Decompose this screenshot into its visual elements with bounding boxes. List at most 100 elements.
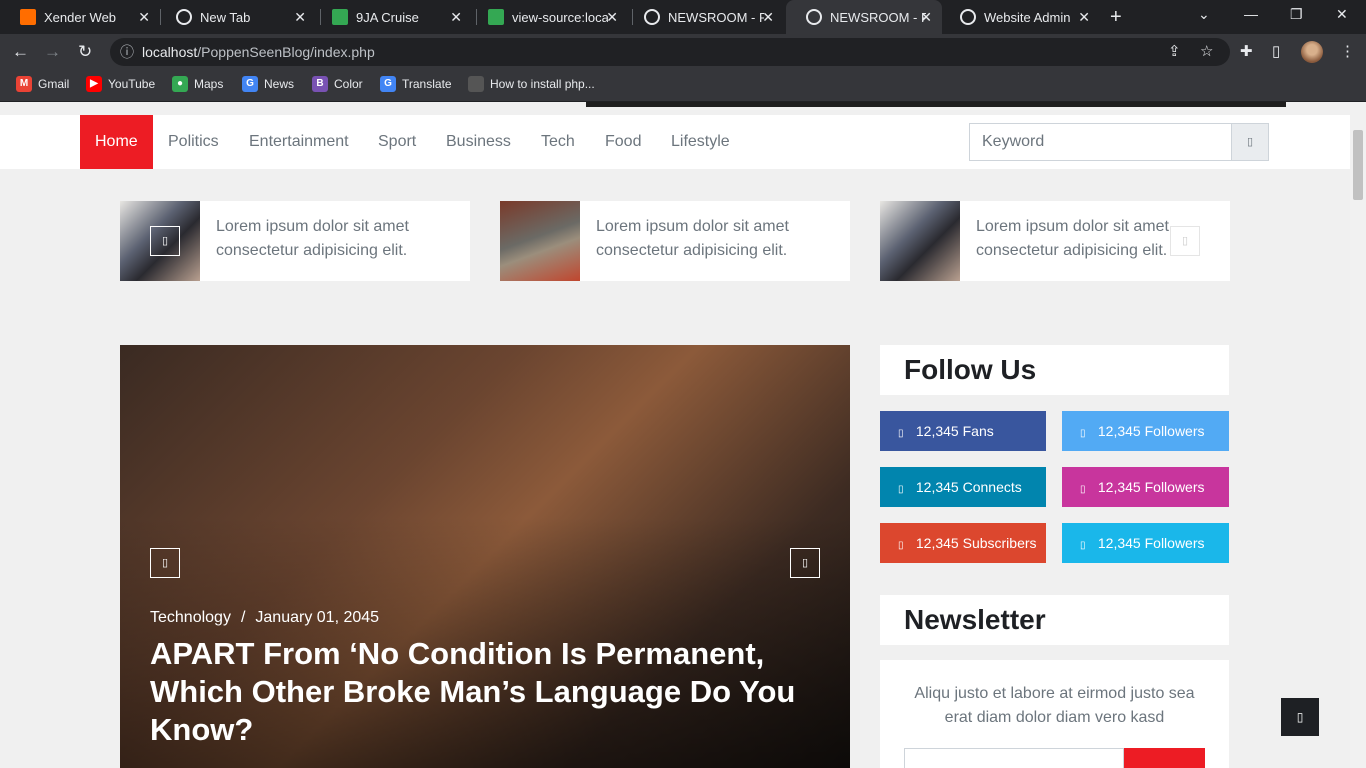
hero-prev-icon[interactable]: ▯ xyxy=(150,548,180,578)
bootstrap-icon: B xyxy=(312,76,328,92)
bookmark-label: YouTube xyxy=(108,77,156,91)
back-arrow-icon[interactable]: ← xyxy=(12,42,29,62)
facebook-fans-button[interactable]: ▯ 12,345 Fans xyxy=(880,411,1046,451)
bookmark-color[interactable]: B Color xyxy=(312,76,363,92)
signup-button[interactable] xyxy=(1124,748,1205,768)
youtube-subscribers-button[interactable]: ▯ 12,345 Subscribers xyxy=(880,523,1046,563)
close-icon[interactable]: ✕ xyxy=(138,9,150,26)
hero-meta: Technology / January 01, 2045 xyxy=(150,609,379,627)
extensions-puzzle-icon[interactable]: ✚ xyxy=(1240,42,1253,60)
tab-xender[interactable]: Xender Web ✕ xyxy=(0,0,160,34)
hero-next-icon[interactable]: ▯ xyxy=(790,548,820,578)
teaser-text: Lorem ipsum dolor sit amet consectetur a… xyxy=(596,218,789,259)
close-icon[interactable]: ✕ xyxy=(1078,9,1090,26)
tab-new-tab[interactable]: New Tab ✕ xyxy=(156,0,316,34)
nav-home[interactable]: Home xyxy=(80,115,153,169)
close-icon[interactable]: ✕ xyxy=(920,9,932,26)
scrollbar-thumb[interactable] xyxy=(1353,130,1363,200)
address-bar[interactable]: ⓘ localhost/PoppenSeenBlog/index.php xyxy=(110,38,1230,66)
nav-tech[interactable]: Tech xyxy=(541,115,575,169)
site-icon xyxy=(488,9,504,25)
tab-title: Website Admin xyxy=(984,9,1071,25)
bookmark-gmail[interactable]: M Gmail xyxy=(16,76,69,92)
news-teaser[interactable]: ▯ Lorem ipsum dolor sit amet consectetur… xyxy=(120,201,470,281)
bookmark-star-icon[interactable]: ☆ xyxy=(1200,42,1213,60)
close-icon[interactable]: ✕ xyxy=(606,9,618,26)
translate-icon: G xyxy=(380,76,396,92)
page-scrollbar[interactable] xyxy=(1350,102,1366,768)
tab-newsroom[interactable]: NEWSROOM - Fr ✕ xyxy=(624,0,784,34)
nav-sport[interactable]: Sport xyxy=(378,115,416,169)
close-icon[interactable]: ✕ xyxy=(762,9,774,26)
site-info-icon[interactable]: ⓘ xyxy=(120,38,134,66)
hero-headline[interactable]: APART From ‘No Condition Is Permanent, W… xyxy=(150,635,830,749)
youtube-icon: ▯ xyxy=(898,540,904,551)
news-teaser[interactable]: Lorem ipsum dolor sit amet consectetur a… xyxy=(880,201,1230,281)
tab-view-source[interactable]: view-source:localh ✕ xyxy=(468,0,628,34)
carousel-next-icon[interactable]: ▯ xyxy=(1170,226,1200,256)
search-input[interactable]: Keyword ▯ xyxy=(969,123,1269,161)
nav-entertainment[interactable]: Entertainment xyxy=(249,115,349,169)
bookmark-news[interactable]: G News xyxy=(242,76,294,92)
share-icon[interactable]: ⇪ xyxy=(1168,42,1181,60)
menu-kebab-icon[interactable]: ⋮ xyxy=(1340,42,1355,60)
vimeo-followers-button[interactable]: ▯ 12,345 Followers xyxy=(1062,523,1229,563)
bookmark-label: Maps xyxy=(194,77,224,91)
reload-icon[interactable]: ↻ xyxy=(78,42,92,62)
browser-tab-bar: Xender Web ✕ New Tab ✕ 9JA Cruise ✕ view… xyxy=(0,0,1366,34)
tab-newsroom-active[interactable]: NEWSROOM - Fr ✕ xyxy=(786,0,942,34)
hero-date: January 01, 2045 xyxy=(255,609,380,626)
web-page: Home Politics Entertainment Sport Busine… xyxy=(0,102,1350,768)
hero-category[interactable]: Technology xyxy=(150,609,231,626)
linkedin-connects-button[interactable]: ▯ 12,345 Connects xyxy=(880,467,1046,507)
gmail-icon: M xyxy=(16,76,32,92)
back-to-top-icon[interactable]: ▯ xyxy=(1281,698,1319,736)
instagram-followers-button[interactable]: ▯ 12,345 Followers xyxy=(1062,467,1229,507)
new-tab-plus-icon[interactable]: + xyxy=(1110,6,1122,29)
newsletter-title: Newsletter xyxy=(880,595,1229,645)
bookmark-maps[interactable]: ● Maps xyxy=(172,76,223,92)
email-field[interactable] xyxy=(904,748,1124,768)
forward-arrow-icon[interactable]: → xyxy=(44,42,61,62)
tab-title: NEWSROOM - Fr xyxy=(668,9,764,25)
tab-title: Xender Web xyxy=(44,9,117,25)
vimeo-icon: ▯ xyxy=(1080,540,1086,551)
twitter-followers-button[interactable]: ▯ 12,345 Followers xyxy=(1062,411,1229,451)
tab-title: New Tab xyxy=(200,9,251,25)
bookmark-install-php[interactable]: How to install php... xyxy=(468,76,595,92)
social-label: 12,345 Followers xyxy=(1097,535,1205,551)
social-label: 12,345 Subscribers xyxy=(915,535,1037,551)
address-host: localhost xyxy=(142,44,198,60)
globe-icon xyxy=(806,9,822,25)
close-icon[interactable]: ✕ xyxy=(450,9,462,26)
side-panel-icon[interactable]: ▯ xyxy=(1272,42,1280,60)
news-teaser[interactable]: Lorem ipsum dolor sit amet consectetur a… xyxy=(500,201,850,281)
close-icon[interactable]: ✕ xyxy=(294,9,306,26)
minimize-icon[interactable]: — xyxy=(1244,6,1258,22)
restore-icon[interactable]: ❐ xyxy=(1290,6,1303,23)
facebook-icon: ▯ xyxy=(898,428,904,439)
nav-politics[interactable]: Politics xyxy=(168,115,219,169)
tab-search-chevron-icon[interactable]: ⌄ xyxy=(1198,6,1210,23)
globe-icon xyxy=(960,9,976,25)
tab-9ja-cruise[interactable]: 9JA Cruise ✕ xyxy=(312,0,472,34)
address-path: /PoppenSeenBlog/index.php xyxy=(197,44,375,60)
bookmark-youtube[interactable]: ▶ YouTube xyxy=(86,76,155,92)
chrome-icon xyxy=(176,9,192,25)
tab-title: 9JA Cruise xyxy=(356,9,419,25)
teaser-thumbnail xyxy=(500,201,580,281)
search-icon[interactable]: ▯ xyxy=(1231,124,1268,160)
bookmark-label: Gmail xyxy=(38,77,70,91)
nav-lifestyle[interactable]: Lifestyle xyxy=(671,115,730,169)
carousel-prev-icon[interactable]: ▯ xyxy=(150,226,180,256)
newsletter-text: Aliqu justo et labore at eirmod justo se… xyxy=(914,685,1195,726)
nav-food[interactable]: Food xyxy=(605,115,641,169)
teaser-thumbnail xyxy=(880,201,960,281)
avatar[interactable] xyxy=(1301,41,1323,63)
tab-website-admin[interactable]: Website Admin ✕ xyxy=(940,0,1100,34)
window-close-icon[interactable]: ✕ xyxy=(1336,6,1348,23)
nav-business[interactable]: Business xyxy=(446,115,511,169)
hero-slide[interactable]: ▯ ▯ Technology / January 01, 2045 APART Fr… xyxy=(120,345,850,768)
bookmark-translate[interactable]: G Translate xyxy=(380,76,452,92)
news-icon: G xyxy=(242,76,258,92)
